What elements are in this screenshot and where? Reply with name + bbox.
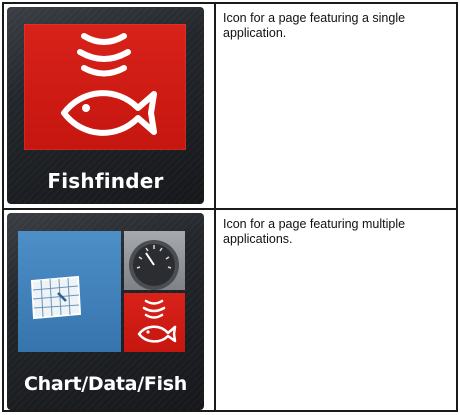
description-cell: Icon for a page featuring a single appli… [214,2,458,210]
chart-grid-icon [30,275,82,320]
description-text: Icon for a page featuring a single appli… [223,11,406,40]
sonar-fish-icon [61,33,157,136]
fishfinder-tile [124,293,185,352]
description-cell: Icon for a page featuring multiple appli… [214,208,458,412]
app-icon-label: Fishfinder [47,169,164,193]
chart-tile [18,231,121,352]
icon-description-table: Fishfinder Icon for a page featuring a s… [2,2,458,412]
sonar-fish-icon [137,299,177,343]
table-row-multi-app: Chart/Data/Fish Icon for a page featurin… [2,208,458,412]
description-text: Icon for a page featuring multiple appli… [223,217,406,246]
table-row-single-app: Fishfinder Icon for a page featuring a s… [2,2,458,210]
gauge-icon [129,240,179,290]
fishfinder-app-icon: Fishfinder [7,7,204,204]
chart-data-fish-app-icon: Chart/Data/Fish [7,213,204,410]
fishfinder-tile [24,24,186,150]
icon-cell: Chart/Data/Fish [2,208,216,412]
icon-cell: Fishfinder [2,2,216,210]
app-icon-label: Chart/Data/Fish [24,373,187,395]
gauge-tile [124,231,185,290]
